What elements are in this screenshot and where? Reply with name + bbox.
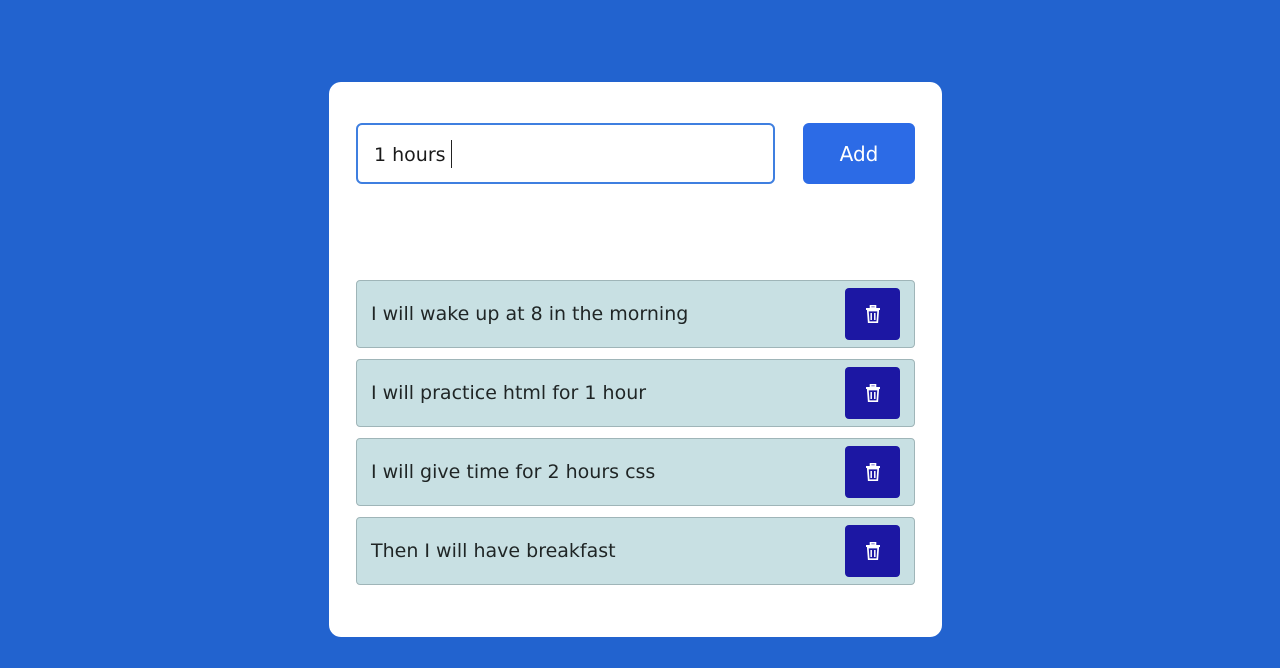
trash-icon <box>865 305 881 323</box>
todo-text: I will give time for 2 hours css <box>371 461 656 483</box>
todo-item: Then I will have breakfast <box>356 517 915 585</box>
delete-button[interactable] <box>845 288 900 340</box>
todo-list: I will wake up at 8 in the morning I wil… <box>356 280 915 596</box>
trash-icon <box>865 384 881 402</box>
add-button[interactable]: Add <box>803 123 915 184</box>
todo-card: 1 hours Add I will wake up at 8 in the m… <box>329 82 942 637</box>
delete-button[interactable] <box>845 525 900 577</box>
todo-input[interactable] <box>356 123 775 184</box>
todo-item: I will practice html for 1 hour <box>356 359 915 427</box>
delete-button[interactable] <box>845 446 900 498</box>
delete-button[interactable] <box>845 367 900 419</box>
todo-text: I will wake up at 8 in the morning <box>371 303 689 325</box>
todo-text: I will practice html for 1 hour <box>371 382 647 404</box>
todo-text: Then I will have breakfast <box>371 540 616 562</box>
trash-icon <box>865 542 881 560</box>
todo-item: I will give time for 2 hours css <box>356 438 915 506</box>
trash-icon <box>865 463 881 481</box>
todo-item: I will wake up at 8 in the morning <box>356 280 915 348</box>
input-row: 1 hours Add <box>356 122 915 184</box>
